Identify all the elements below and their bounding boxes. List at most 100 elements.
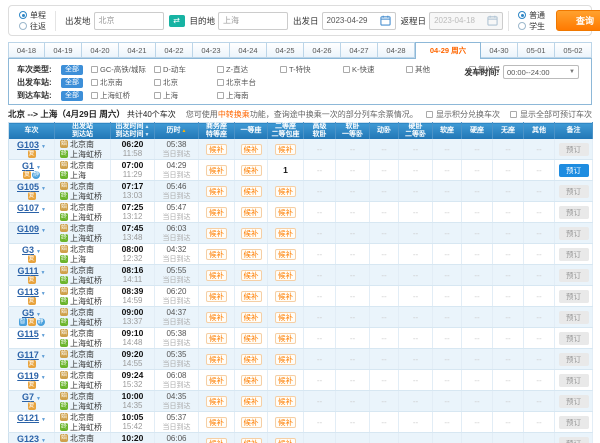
train-number-link[interactable]: G7	[22, 392, 34, 402]
waitlist-link[interactable]: 候补	[206, 249, 227, 260]
column-header[interactable]: 车次	[9, 123, 55, 140]
waitlist-link[interactable]: 候补	[206, 291, 227, 302]
column-header[interactable]: 一等座	[235, 123, 268, 140]
column-header[interactable]: 商务座特等座	[199, 123, 235, 140]
passenger-type-radio[interactable]: 普通	[518, 11, 545, 20]
waitlist-link[interactable]: 候补	[275, 438, 296, 443]
swap-stations-icon[interactable]: ⇄	[169, 15, 185, 27]
train-number-link[interactable]: G123	[17, 434, 39, 443]
date-tab[interactable]: 04-18	[8, 42, 45, 58]
waitlist-link[interactable]: 候补	[275, 186, 296, 197]
waitlist-link[interactable]: 候补	[275, 354, 296, 365]
book-button[interactable]: 预订	[559, 374, 589, 387]
filter-option[interactable]: 上海南	[217, 90, 280, 101]
book-button[interactable]: 预订	[559, 416, 589, 429]
trip-type-radio[interactable]: 往返	[19, 22, 46, 31]
book-button[interactable]: 预订	[559, 395, 589, 408]
expand-caret-icon[interactable]: ▼	[36, 396, 41, 402]
book-button[interactable]: 预订	[559, 437, 589, 443]
expand-caret-icon[interactable]: ▼	[36, 249, 41, 255]
calendar-icon[interactable]	[380, 15, 391, 26]
filter-option[interactable]: GC-高铁/城际	[91, 64, 154, 75]
expand-caret-icon[interactable]: ▼	[41, 144, 46, 150]
waitlist-link[interactable]: 候补	[206, 270, 227, 281]
sort-desc-icon[interactable]: ▼	[145, 132, 150, 138]
return-date-input[interactable]: 2023-04-18	[429, 12, 503, 30]
expand-caret-icon[interactable]: ▼	[41, 354, 46, 360]
filter-all-badge[interactable]: 全部	[61, 65, 83, 75]
date-tab[interactable]: 05-02	[555, 42, 592, 58]
waitlist-link[interactable]: 候补	[206, 375, 227, 386]
expand-caret-icon[interactable]: ▼	[36, 312, 41, 318]
column-header[interactable]: 二等座二等包座	[268, 123, 304, 140]
waitlist-link[interactable]: 候补	[206, 228, 227, 239]
filter-option[interactable]: 上海虹桥	[91, 90, 154, 101]
waitlist-link[interactable]: 候补	[241, 375, 262, 386]
date-tab[interactable]: 04-26	[304, 42, 341, 58]
waitlist-link[interactable]: 候补	[241, 396, 262, 407]
waitlist-link[interactable]: 候补	[206, 207, 227, 218]
expand-caret-icon[interactable]: ▼	[41, 438, 46, 443]
date-tab[interactable]: 04-20	[82, 42, 119, 58]
sort-asc-icon[interactable]: ▲	[182, 128, 187, 134]
waitlist-link[interactable]: 候补	[241, 249, 262, 260]
filter-option[interactable]: T-特快	[280, 64, 343, 75]
toggle-all-bookable[interactable]: 显示全部可预订车次	[510, 109, 592, 120]
book-button[interactable]: 预订	[559, 332, 589, 345]
search-button[interactable]: 查询	[556, 10, 600, 31]
waitlist-link[interactable]: 候补	[206, 396, 227, 407]
waitlist-link[interactable]: 候补	[241, 354, 262, 365]
expand-caret-icon[interactable]: ▼	[41, 270, 46, 276]
waitlist-link[interactable]: 候补	[275, 375, 296, 386]
train-number-link[interactable]: G103	[17, 140, 39, 150]
train-number-link[interactable]: G115	[17, 329, 39, 339]
expand-caret-icon[interactable]: ▼	[41, 228, 46, 234]
filter-option[interactable]: 北京	[154, 77, 217, 88]
waitlist-link[interactable]: 候补	[241, 438, 262, 443]
filter-option[interactable]: Z-直达	[217, 64, 280, 75]
book-button[interactable]: 预订	[559, 164, 589, 177]
filter-all-badge[interactable]: 全部	[61, 91, 83, 101]
column-header[interactable]: 软卧一等卧	[336, 123, 370, 140]
train-number-link[interactable]: G119	[17, 371, 39, 381]
waitlist-link[interactable]: 候补	[206, 165, 227, 176]
train-number-link[interactable]: G1	[22, 161, 34, 171]
date-tab[interactable]: 04-30	[481, 42, 518, 58]
book-button[interactable]: 预订	[559, 269, 589, 282]
waitlist-link[interactable]: 候补	[275, 249, 296, 260]
waitlist-link[interactable]: 候补	[241, 333, 262, 344]
trip-type-radio[interactable]: 单程	[19, 11, 46, 20]
column-header[interactable]: 备注	[555, 123, 593, 140]
waitlist-link[interactable]: 候补	[275, 144, 296, 155]
waitlist-link[interactable]: 候补	[241, 417, 262, 428]
book-button[interactable]: 预订	[559, 185, 589, 198]
filter-option[interactable]: 北京南	[91, 77, 154, 88]
waitlist-link[interactable]: 候补	[275, 207, 296, 218]
expand-caret-icon[interactable]: ▼	[41, 207, 46, 213]
date-tab[interactable]: 04-27	[341, 42, 378, 58]
waitlist-link[interactable]: 候补	[275, 396, 296, 407]
depart-date-input[interactable]: 2023-04-29	[322, 12, 396, 30]
train-number-link[interactable]: G107	[17, 203, 39, 213]
waitlist-link[interactable]: 候补	[275, 312, 296, 323]
date-tab[interactable]: 04-19	[45, 42, 82, 58]
column-header[interactable]: 其他	[524, 123, 555, 140]
book-button[interactable]: 预订	[559, 206, 589, 219]
expand-caret-icon[interactable]: ▼	[36, 165, 41, 171]
column-header[interactable]: 软座	[433, 123, 462, 140]
train-number-link[interactable]: G5	[22, 308, 34, 318]
train-number-link[interactable]: G109	[17, 224, 39, 234]
sort-asc-icon[interactable]: ▲	[145, 124, 150, 130]
filter-option[interactable]: K-快速	[343, 64, 406, 75]
filter-option[interactable]: D-动车	[154, 64, 217, 75]
passenger-type-radio[interactable]: 学生	[518, 22, 545, 31]
waitlist-link[interactable]: 候补	[206, 333, 227, 344]
date-tab[interactable]: 04-21	[119, 42, 156, 58]
expand-caret-icon[interactable]: ▼	[41, 417, 46, 423]
expand-caret-icon[interactable]: ▼	[41, 186, 46, 192]
date-tab[interactable]: 04-28	[378, 42, 415, 58]
train-number-link[interactable]: G117	[17, 350, 39, 360]
waitlist-link[interactable]: 候补	[275, 270, 296, 281]
book-button[interactable]: 预订	[559, 227, 589, 240]
date-tab[interactable]: 04-24	[230, 42, 267, 58]
